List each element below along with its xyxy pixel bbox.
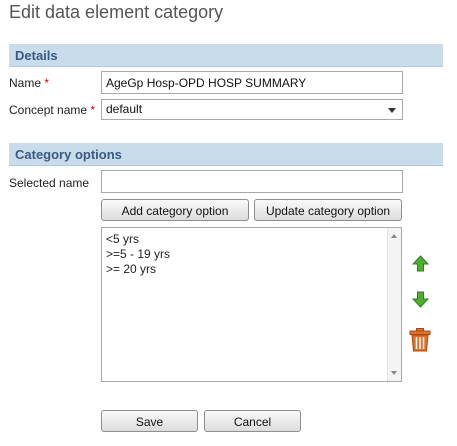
save-button[interactable]: Save	[101, 410, 198, 432]
required-mark: *	[44, 76, 50, 90]
name-label-text: Name	[9, 76, 42, 90]
list-item[interactable]: >= 20 yrs	[106, 262, 170, 277]
concept-name-select[interactable]: default	[101, 99, 403, 120]
page-title: Edit data element category	[9, 2, 224, 22]
move-up-button[interactable]	[411, 255, 430, 277]
concept-name-value: default	[106, 102, 143, 116]
category-options-section-header: Category options	[9, 143, 443, 166]
cancel-button[interactable]: Cancel	[204, 410, 301, 432]
arrow-up-icon	[411, 255, 430, 272]
concept-name-label: Concept name *	[9, 102, 95, 118]
selected-name-label: Selected name	[9, 176, 90, 190]
category-options-list[interactable]: <5 yrs >=5 - 19 yrs >= 20 yrs	[101, 227, 402, 382]
concept-name-label-text: Concept name	[9, 103, 88, 117]
list-item[interactable]: >=5 - 19 yrs	[106, 247, 170, 262]
chevron-down-icon	[388, 108, 396, 113]
required-mark: *	[90, 103, 96, 117]
name-field[interactable]	[101, 71, 403, 94]
trash-icon	[409, 328, 431, 352]
name-label: Name *	[9, 75, 49, 91]
delete-option-button[interactable]	[409, 328, 431, 357]
details-section-header: Details	[9, 44, 443, 67]
scroll-down-icon[interactable]	[391, 371, 397, 375]
list-item[interactable]: <5 yrs	[106, 232, 170, 247]
move-down-button[interactable]	[411, 291, 430, 313]
scroll-up-icon[interactable]	[391, 234, 397, 238]
add-category-option-button[interactable]: Add category option	[101, 199, 249, 221]
selected-name-field[interactable]	[101, 170, 403, 193]
list-scrollbar[interactable]	[387, 228, 401, 381]
arrow-down-icon	[411, 291, 430, 308]
update-category-option-button[interactable]: Update category option	[254, 199, 402, 221]
